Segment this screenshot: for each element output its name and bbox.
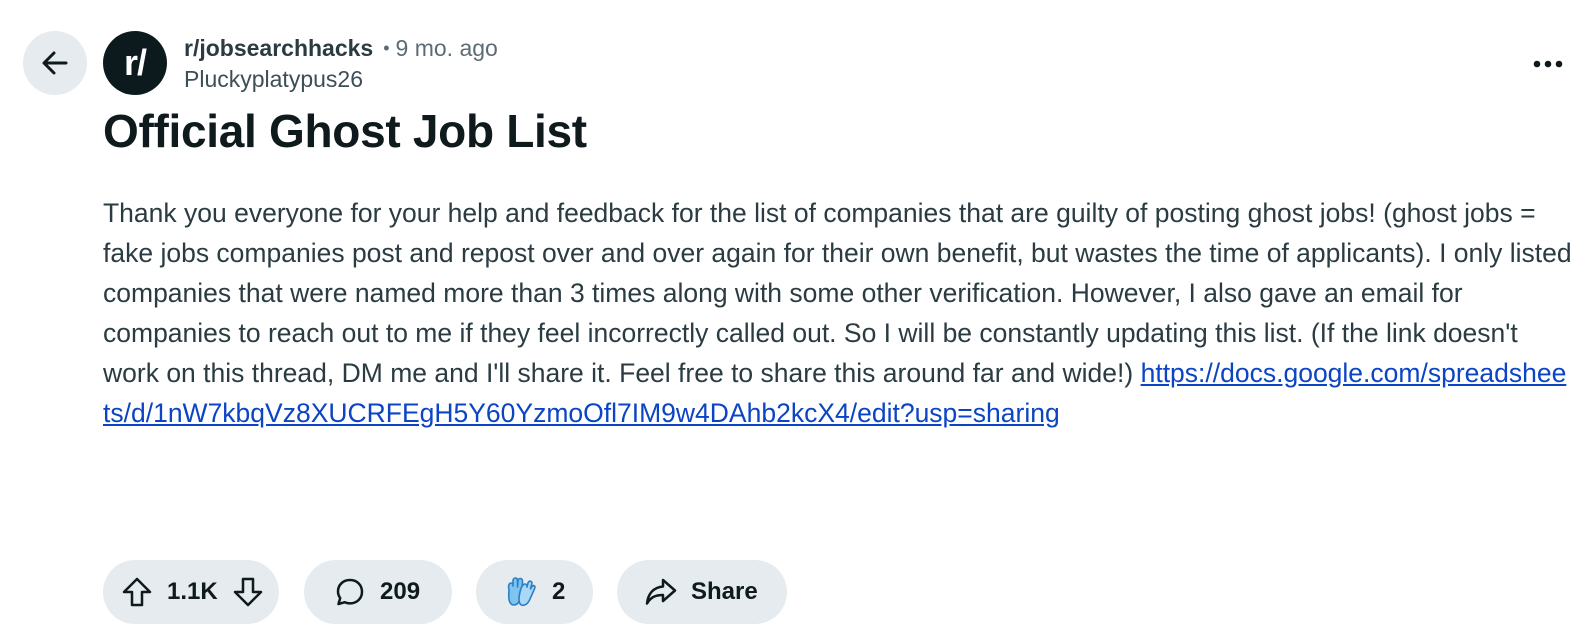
arrow-left-icon [42, 51, 68, 75]
subreddit-link[interactable]: r/jobsearchhacks [184, 34, 373, 62]
post-timestamp: 9 mo. ago [395, 35, 498, 61]
comment-icon-wrap [332, 574, 368, 610]
award-button[interactable]: 2 [476, 560, 593, 624]
share-button[interactable]: Share [617, 560, 787, 624]
post-author[interactable]: Pluckyplatypus26 [184, 65, 498, 93]
share-icon-wrap [643, 574, 679, 610]
subreddit-avatar[interactable]: r/ [103, 31, 167, 95]
downvote-button[interactable] [228, 572, 268, 612]
vote-bar: 1.1K [103, 560, 279, 624]
more-horizontal-icon [1533, 60, 1563, 68]
clapping-hands-icon [507, 577, 536, 607]
post-meta: r/jobsearchhacks • 9 mo. ago Pluckyplaty… [184, 34, 498, 93]
upvote-button[interactable] [117, 572, 157, 612]
arrow-down-icon [233, 577, 262, 607]
speech-bubble-icon [336, 578, 364, 606]
more-options-button[interactable] [1530, 46, 1566, 82]
avatar-label: r/ [123, 42, 147, 83]
award-icon-wrap [502, 574, 538, 610]
post-body: Thank you everyone for your help and fee… [103, 193, 1573, 433]
meta-separator: • [383, 38, 390, 58]
award-count: 2 [552, 578, 566, 605]
post-meta-top: r/jobsearchhacks • 9 mo. ago [184, 34, 498, 62]
post-title: Official Ghost Job List [103, 105, 587, 157]
arrow-up-icon [122, 577, 152, 607]
share-arrow-icon [645, 578, 677, 605]
share-label: Share [691, 578, 758, 605]
comments-button[interactable]: 209 [304, 560, 452, 624]
vote-count: 1.1K [167, 578, 218, 605]
back-button[interactable] [23, 31, 87, 95]
comment-count: 209 [380, 578, 421, 605]
